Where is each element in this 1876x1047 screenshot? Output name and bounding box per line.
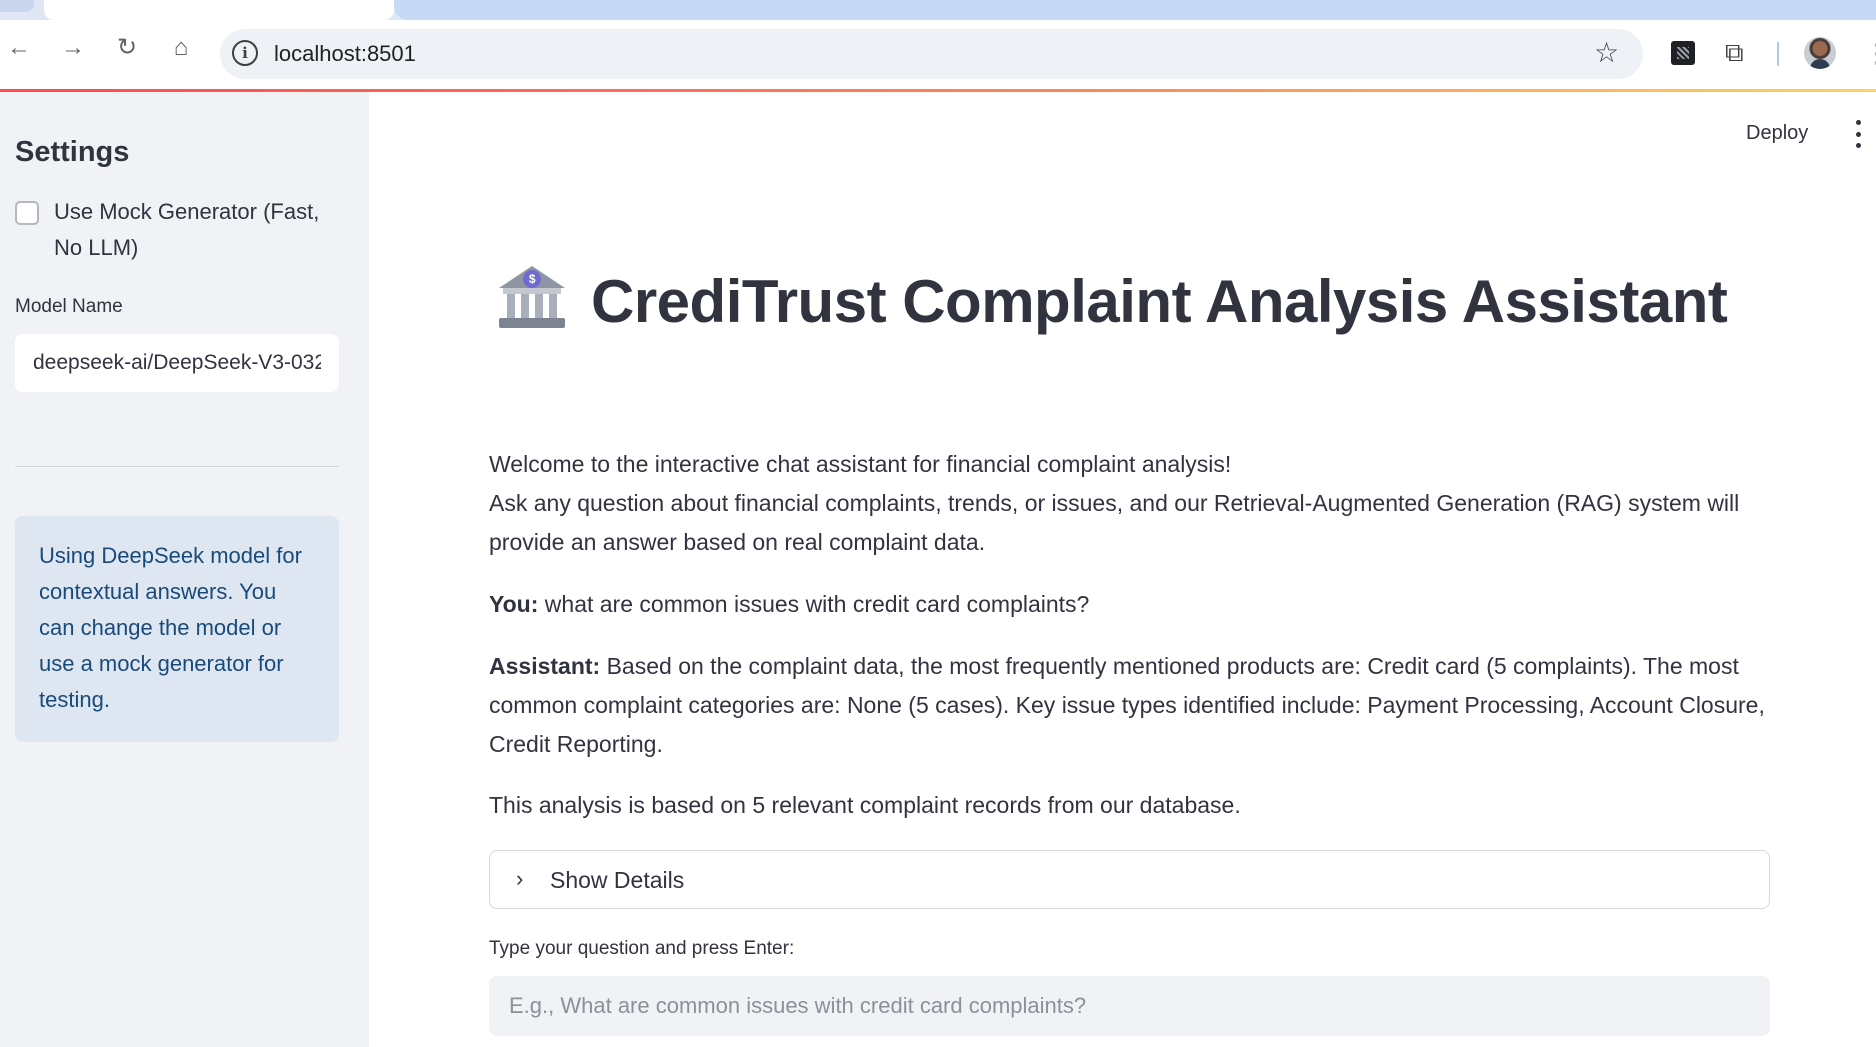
- home-icon[interactable]: ⌂: [166, 33, 196, 63]
- mock-generator-checkbox[interactable]: [15, 201, 39, 225]
- user-message-text: what are common issues with credit card …: [544, 591, 1090, 617]
- kebab-menu-icon[interactable]: ⋮: [1864, 38, 1876, 68]
- extension-app-icon[interactable]: [1671, 41, 1695, 65]
- url-text[interactable]: localhost:8501: [274, 39, 416, 69]
- assistant-label: Assistant:: [489, 653, 601, 679]
- tab-active[interactable]: [44, 0, 394, 20]
- deploy-button[interactable]: Deploy: [1746, 122, 1808, 145]
- sidebar-info-box: Using DeepSeek model for contextual answ…: [15, 516, 339, 742]
- star-icon[interactable]: ☆: [1594, 38, 1619, 68]
- info-icon[interactable]: i: [232, 40, 258, 66]
- reload-icon[interactable]: ↻: [112, 33, 142, 63]
- chevron-right-icon: ›: [516, 866, 524, 891]
- question-input[interactable]: [489, 976, 1770, 1036]
- assistant-message: Assistant: Based on the complaint data, …: [489, 647, 1770, 764]
- assistant-message-text: Based on the complaint data, the most fr…: [489, 653, 1765, 757]
- address-bar[interactable]: [220, 29, 1643, 79]
- page-title: $ CrediTrust Complaint Analysis Assistan…: [489, 262, 1739, 342]
- expander-label: Show Details: [550, 867, 685, 893]
- arrow-left-icon[interactable]: ←: [4, 33, 34, 63]
- question-label: Type your question and press Enter:: [489, 938, 795, 959]
- sidebar-divider: [15, 466, 339, 467]
- analysis-note: This analysis is based on 5 relevant com…: [489, 792, 1241, 818]
- avatar[interactable]: [1804, 37, 1836, 69]
- mock-generator-label[interactable]: Use Mock Generator (Fast, No LLM): [54, 194, 344, 266]
- model-name-input[interactable]: [15, 334, 339, 392]
- page-title-text: CrediTrust Complaint Analysis Assistant: [591, 268, 1728, 335]
- sidebar-title: Settings: [15, 136, 130, 168]
- show-details-expander[interactable]: › Show Details: [489, 850, 1770, 909]
- arrow-right-icon[interactable]: →: [58, 33, 88, 63]
- tab-next[interactable]: [394, 0, 1876, 20]
- app-menu-icon[interactable]: [1851, 120, 1865, 148]
- intro-line-1: Welcome to the interactive chat assistan…: [489, 451, 1232, 477]
- intro-line-2: Ask any question about financial complai…: [489, 490, 1740, 555]
- puzzle-icon[interactable]: ⧉: [1725, 37, 1744, 67]
- toolbar-divider: [1777, 42, 1779, 66]
- bank-icon: $: [499, 266, 565, 328]
- intro-text: Welcome to the interactive chat assistan…: [489, 445, 1770, 562]
- model-name-label: Model Name: [15, 296, 123, 317]
- user-message: You: what are common issues with credit …: [489, 585, 1770, 624]
- tab-strip: [0, 0, 1876, 20]
- user-label: You:: [489, 591, 539, 617]
- tab-previous[interactable]: [0, 0, 34, 12]
